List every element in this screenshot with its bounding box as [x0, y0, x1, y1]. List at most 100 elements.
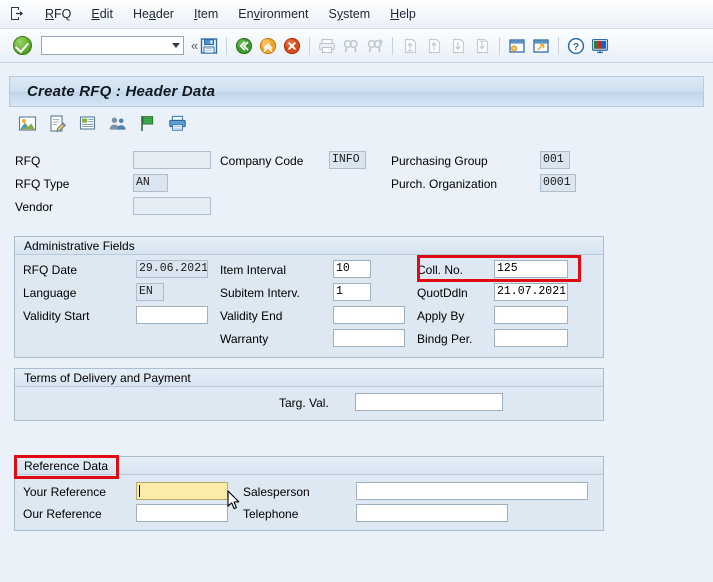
warranty-input[interactable] — [333, 329, 405, 347]
toolbar-separator — [499, 36, 501, 55]
menu-item-system[interactable]: System — [318, 4, 380, 24]
administrative-fields-title: Administrative Fields — [24, 238, 135, 253]
reference-data-group: Reference Data Your Reference Our Refere… — [14, 456, 604, 531]
label-purchasing-group: Purchasing Group — [391, 154, 488, 168]
next-page-icon — [447, 35, 469, 57]
label-your-reference: Your Reference — [23, 485, 106, 499]
purch-organization-input[interactable]: 0001 — [540, 174, 576, 192]
our-reference-input[interactable] — [136, 504, 228, 522]
terms-group-body: Targ. Val. — [15, 387, 603, 420]
menu-item-header[interactable]: Header — [123, 4, 184, 24]
print-icon — [316, 35, 338, 57]
vendor-input[interactable] — [133, 197, 211, 215]
chevron-down-icon[interactable] — [169, 37, 183, 54]
label-vendor: Vendor — [15, 200, 54, 214]
your-reference-input[interactable] — [136, 482, 228, 500]
subitem-interv-input[interactable]: 1 — [333, 283, 371, 301]
label-warranty: Warranty — [220, 332, 269, 346]
text-caret — [139, 485, 140, 497]
header-details-icon[interactable] — [45, 111, 69, 135]
telephone-input[interactable] — [356, 504, 508, 522]
salesperson-input[interactable] — [356, 482, 588, 500]
quot-ddln-input[interactable]: 21.07.2021 — [494, 283, 568, 301]
create-shortcut-icon[interactable] — [530, 35, 552, 57]
cancel-icon[interactable] — [281, 35, 303, 57]
reference-data-body: Your Reference Our Reference Salesperson… — [15, 475, 603, 530]
label-validity-end: Validity End — [220, 309, 283, 323]
first-page-icon — [399, 35, 421, 57]
sap-gui-window: RFQ Edit Header Item Environment System … — [0, 0, 713, 582]
menu-item-rfq[interactable]: RFQ — [35, 4, 81, 24]
find-next-icon — [364, 35, 386, 57]
toolbar-separator — [226, 36, 228, 55]
label-salesperson: Salesperson — [243, 485, 310, 499]
header-texts-icon[interactable] — [75, 111, 99, 135]
menu-item-environment[interactable]: Environment — [228, 4, 318, 24]
label-coll-no: Coll. No. — [417, 263, 464, 277]
rfq-input[interactable] — [133, 151, 211, 169]
menu-item-item[interactable]: Item — [184, 4, 228, 24]
menu-item-edit[interactable]: Edit — [81, 4, 123, 24]
label-rfq-date: RFQ Date — [23, 263, 78, 277]
toolbar-collapse-icon[interactable]: « — [191, 38, 198, 53]
application-toolbar — [9, 108, 704, 138]
label-telephone: Telephone — [243, 507, 299, 521]
partners-icon[interactable] — [105, 111, 129, 135]
validity-end-input[interactable] — [333, 306, 405, 324]
item-interval-input[interactable]: 10 — [333, 260, 371, 278]
label-quot-ddln: QuotDdln — [417, 286, 468, 300]
label-targ-val: Targ. Val. — [279, 396, 329, 410]
administrative-fields-group: Administrative Fields RFQ Date 29.06.202… — [14, 236, 604, 358]
exit-icon[interactable] — [257, 35, 279, 57]
print-preview-icon[interactable] — [165, 111, 189, 135]
purchasing-group-input[interactable]: 001 — [540, 151, 570, 169]
screen-title-bar: Create RFQ : Header Data — [9, 76, 704, 107]
previous-page-icon — [423, 35, 445, 57]
overview-icon[interactable] — [15, 111, 39, 135]
label-bindg-per: Bindg Per. — [417, 332, 473, 346]
last-page-icon — [471, 35, 493, 57]
label-rfq-type: RFQ Type — [15, 177, 70, 191]
administrative-fields-body: RFQ Date 29.06.2021 Language EN Validity… — [15, 255, 603, 357]
help-icon[interactable]: ? — [565, 35, 587, 57]
back-icon[interactable] — [233, 35, 255, 57]
label-apply-by: Apply By — [417, 309, 465, 323]
label-company-code: Company Code — [220, 154, 304, 168]
menu-items: RFQ Edit Header Item Environment System … — [35, 4, 426, 24]
label-language: Language — [23, 286, 77, 300]
flag-icon[interactable] — [135, 111, 159, 135]
system-toolbar: « ? — [0, 29, 713, 63]
apply-by-input[interactable] — [494, 306, 568, 324]
label-rfq: RFQ — [15, 154, 41, 168]
administrative-fields-header: Administrative Fields — [15, 237, 603, 255]
label-purch-organization: Purch. Organization — [391, 177, 498, 191]
customize-local-layout-icon[interactable] — [589, 35, 611, 57]
label-validity-start: Validity Start — [23, 309, 90, 323]
toolbar-separator — [309, 36, 311, 55]
company-code-input[interactable]: INFO — [329, 151, 366, 169]
header-fields-area: RFQ RFQ Type AN Vendor Company Code INFO… — [9, 145, 704, 222]
save-icon[interactable] — [198, 35, 220, 57]
coll-no-input[interactable]: 125 — [494, 260, 568, 278]
create-session-icon[interactable] — [506, 35, 528, 57]
toolbar-separator — [558, 36, 560, 55]
find-icon — [340, 35, 362, 57]
terms-group-title: Terms of Delivery and Payment — [24, 370, 191, 385]
menu-item-help[interactable]: Help — [380, 4, 426, 24]
targ-val-input[interactable] — [355, 393, 503, 411]
command-field[interactable] — [41, 36, 184, 55]
bindg-per-input[interactable] — [494, 329, 568, 347]
label-our-reference: Our Reference — [23, 507, 102, 521]
menu-bar: RFQ Edit Header Item Environment System … — [0, 0, 713, 29]
validity-start-input[interactable] — [136, 306, 208, 324]
label-item-interval: Item Interval — [220, 263, 287, 277]
terms-group: Terms of Delivery and Payment Targ. Val. — [14, 368, 604, 421]
enter-icon[interactable] — [13, 36, 32, 55]
sap-system-menu-icon[interactable] — [9, 6, 26, 22]
language-input[interactable]: EN — [136, 283, 164, 301]
rfq-type-input[interactable]: AN — [133, 174, 168, 192]
terms-group-header: Terms of Delivery and Payment — [15, 369, 603, 387]
toolbar-separator — [392, 36, 394, 55]
rfq-date-input[interactable]: 29.06.2021 — [136, 260, 208, 278]
reference-data-header: Reference Data — [15, 457, 603, 475]
